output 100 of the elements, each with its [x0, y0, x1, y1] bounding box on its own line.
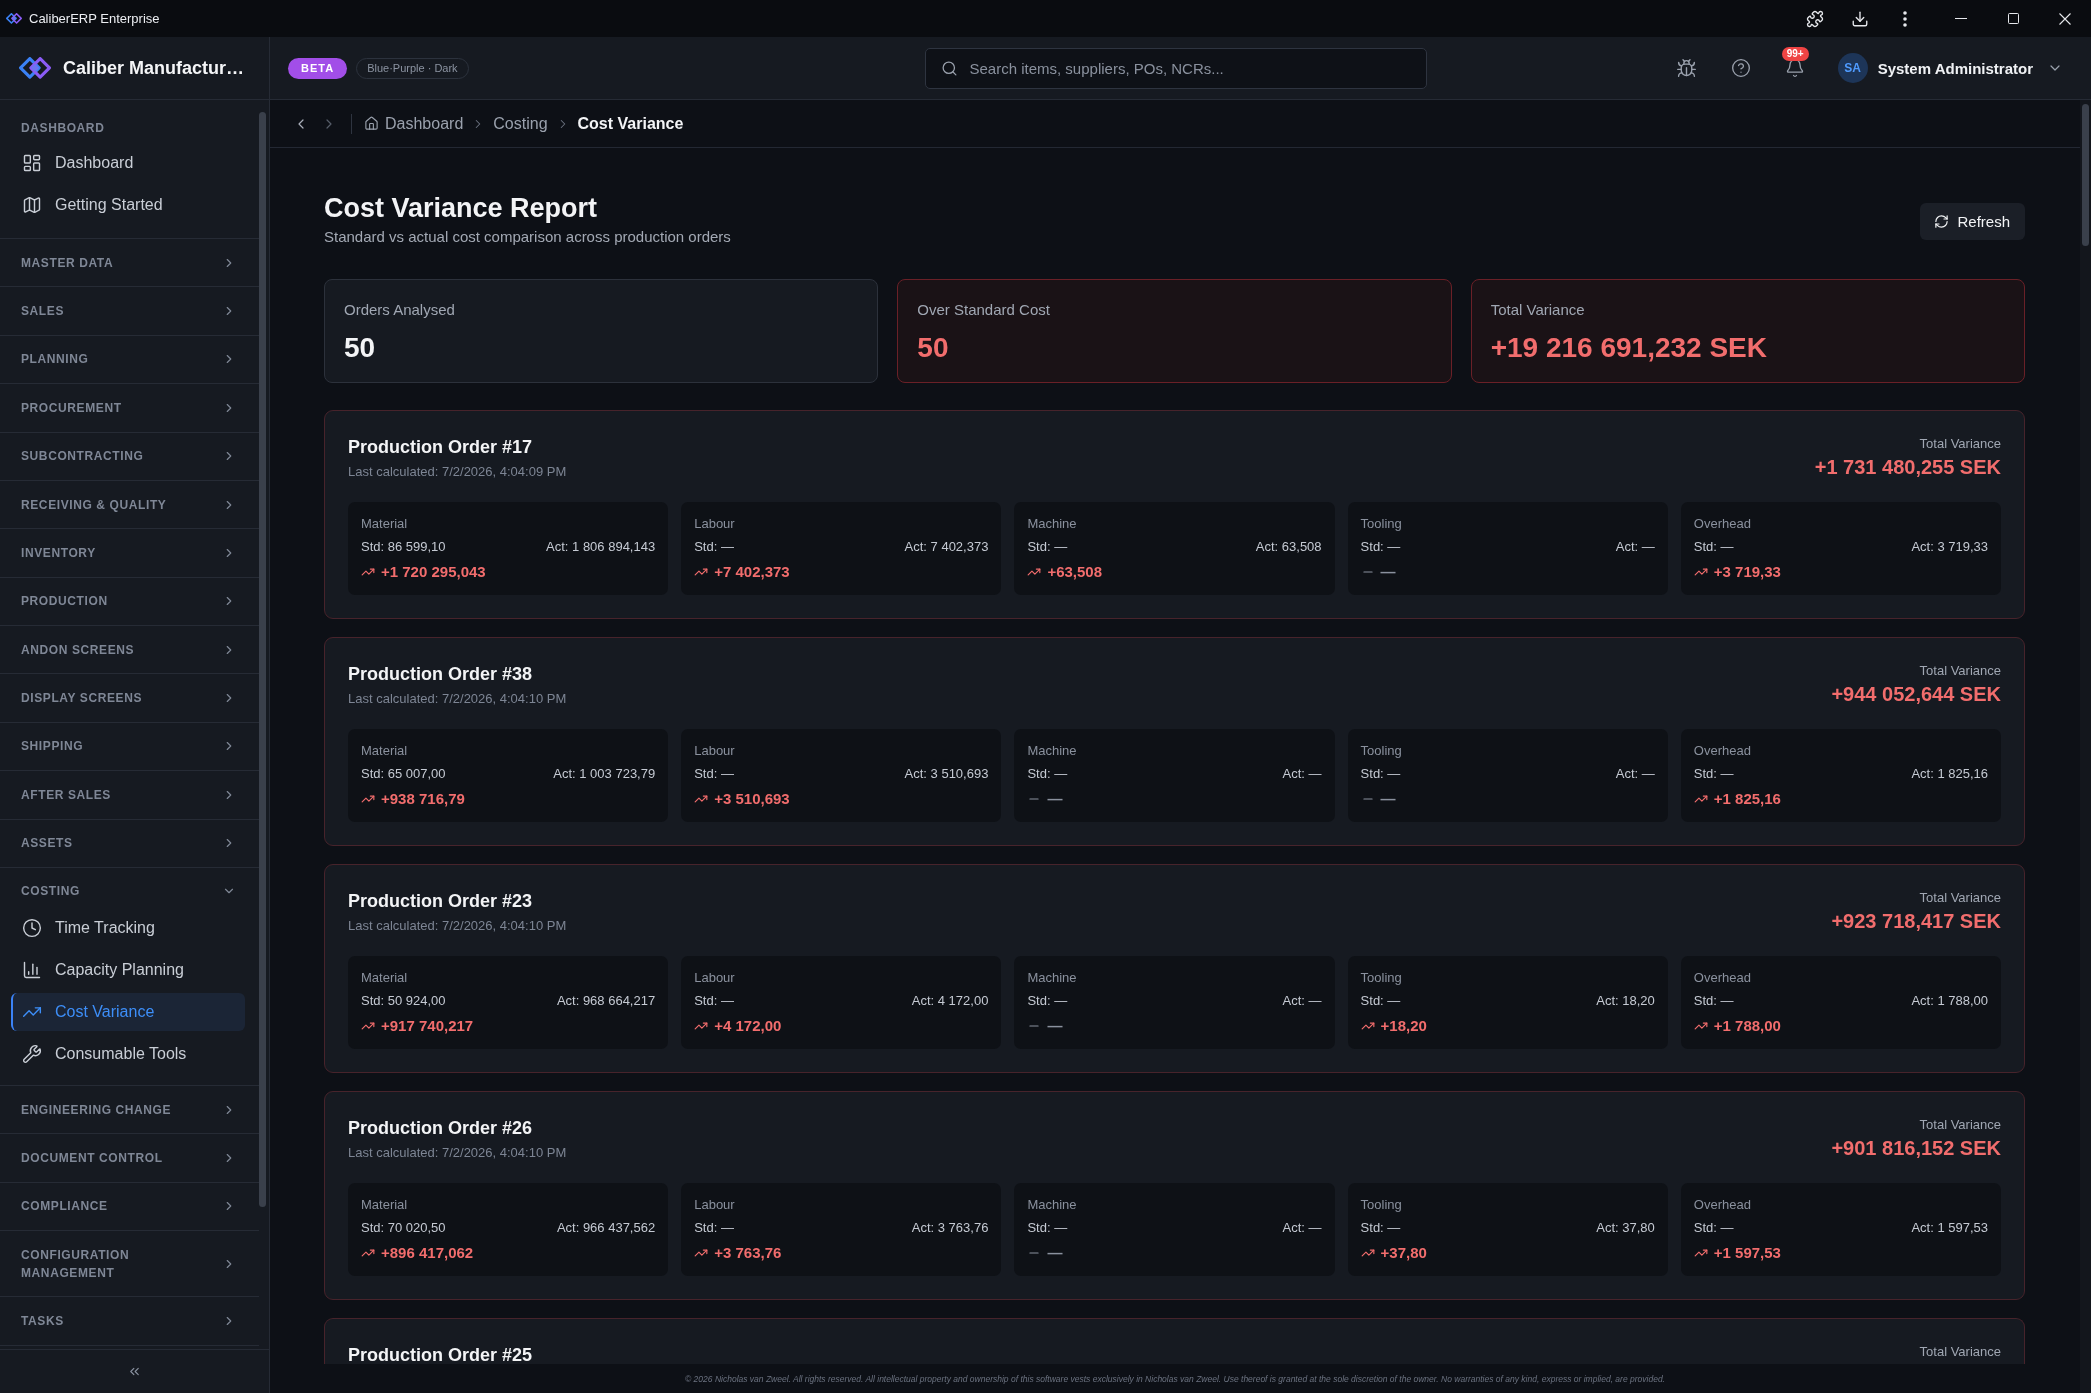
refresh-button[interactable]: Refresh: [1920, 203, 2025, 240]
cost-label: Material: [361, 1196, 408, 1213]
actual-cost: Act: 1 597,53: [1911, 1219, 1988, 1236]
cost-label: Labour: [694, 515, 735, 532]
standard-cost: Std: —: [1027, 1219, 1068, 1236]
total-amount: +901 816,152 SEK: [1831, 1136, 2001, 1161]
standard-cost: Std: 86 599,10: [361, 538, 446, 555]
nav-item[interactable]: Cost Variance: [11, 992, 245, 1031]
nav-group[interactable]: INVENTORY: [0, 529, 259, 577]
total-label: Total Variance: [1919, 889, 2001, 906]
nav-group[interactable]: COMPLIANCE: [0, 1182, 259, 1230]
refresh-icon: [1934, 214, 1950, 229]
variance-value: +938 716,79: [381, 789, 465, 809]
beta-badge: BETA: [288, 57, 348, 79]
nav-group[interactable]: COSTING: [0, 867, 259, 907]
nav-group[interactable]: DOCUMENT CONTROL: [0, 1134, 259, 1182]
window-title: CaliberERP Enterprise: [29, 11, 160, 26]
actual-cost: Act: 966 437,562: [556, 1219, 656, 1236]
nav-group[interactable]: PRODUCTION: [0, 577, 259, 625]
variance-value: +3 763,76: [714, 1243, 782, 1263]
calculated-time: Last calculated: 7/2/2026, 4:04:10 PM: [348, 690, 567, 708]
calculated-time: Last calculated: 7/2/2026, 4:04:10 PM: [348, 917, 567, 935]
variance-value: —: [1380, 562, 1396, 582]
cost-label: Tooling: [1360, 969, 1402, 986]
standard-cost: Std: —: [694, 538, 734, 555]
actual-cost: Act: 968 664,217: [556, 992, 656, 1009]
nav-group[interactable]: PLANNING: [0, 335, 259, 384]
nav-group[interactable]: SALES: [0, 287, 259, 335]
cost-label: Machine: [1027, 969, 1077, 986]
search-icon: [940, 59, 958, 77]
calculated-time: Last calculated: 7/2/2026, 4:04:10 PM: [348, 1144, 567, 1162]
variance-value: —: [1047, 1016, 1063, 1036]
nav-item[interactable]: Capacity Planning: [11, 950, 245, 989]
variance-value: +63,508: [1047, 562, 1103, 582]
scrollbar-thumb[interactable]: [2082, 104, 2089, 246]
nav-group[interactable]: ASSETS: [0, 819, 259, 867]
user-menu[interactable]: SA System Administrator: [1837, 53, 2063, 83]
total-label: Total Variance: [1919, 1343, 2001, 1360]
nav-group[interactable]: RECEIVING & QUALITY: [0, 480, 259, 529]
puzzle-icon: [1806, 9, 1824, 28]
nav-group[interactable]: DISPLAY SCREENS: [0, 674, 259, 722]
nav-item[interactable]: Getting Started: [11, 186, 245, 224]
cost-label: Material: [361, 742, 408, 759]
variance-value: —: [1047, 789, 1063, 809]
nav-group[interactable]: AFTER SALES: [0, 771, 259, 819]
nav-item[interactable]: Time Tracking: [11, 908, 245, 947]
nav-group[interactable]: PROCUREMENT: [0, 384, 259, 432]
actual-cost: Act: —: [1282, 992, 1322, 1009]
wrench-icon: [22, 1043, 42, 1064]
actual-cost: Act: 3 763,76: [911, 1219, 989, 1236]
cost-label: Material: [361, 969, 408, 986]
nav-group[interactable]: CONFIGURATION MANAGEMENT: [0, 1231, 259, 1297]
actual-cost: Act: —: [1282, 765, 1322, 782]
actual-cost: Act: —: [1615, 765, 1655, 782]
maximize-icon: [2007, 13, 2019, 24]
stat-value: 50: [344, 331, 376, 365]
standard-cost: Std: —: [1027, 538, 1068, 555]
standard-cost: Std: —: [1360, 765, 1401, 782]
variance-value: +37,80: [1380, 1243, 1427, 1263]
scrollbar-thumb[interactable]: [259, 112, 266, 1207]
nav-group[interactable]: ANDON SCREENS: [0, 626, 259, 674]
cost-label: Tooling: [1360, 742, 1402, 759]
variance-value: +917 740,217: [381, 1016, 474, 1036]
standard-cost: Std: —: [694, 765, 734, 782]
standard-cost: Std: —: [1693, 765, 1734, 782]
variance-value: +18,20: [1380, 1016, 1427, 1036]
nav-item[interactable]: Dashboard: [11, 144, 245, 182]
actual-cost: Act: 18,20: [1596, 992, 1655, 1009]
actual-cost: Act: 7 402,373: [904, 538, 989, 555]
standard-cost: Std: 70 020,50: [361, 1219, 446, 1236]
cost-label: Overhead: [1693, 742, 1751, 759]
breadcrumb-link[interactable]: Dashboard: [364, 114, 464, 133]
nav-group[interactable]: SUBCONTRACTING: [0, 432, 259, 480]
breadcrumb-link[interactable]: Costing: [493, 114, 548, 133]
brand-name: Caliber Manufactur…: [63, 57, 245, 79]
search-field[interactable]: Search items, suppliers, POs, NCRs...: [924, 47, 1427, 89]
cost-label: Machine: [1027, 515, 1077, 532]
bell-icon: [1784, 58, 1805, 78]
nav-group[interactable]: SHIPPING: [0, 722, 259, 771]
cost-label: Labour: [694, 969, 735, 986]
nav-item[interactable]: Consumable Tools: [11, 1034, 245, 1073]
total-label: Total Variance: [1919, 435, 2001, 452]
nav-group[interactable]: MASTER DATA: [0, 239, 259, 287]
nav-group[interactable]: TASKS: [0, 1297, 259, 1345]
cost-label: Material: [361, 515, 408, 532]
minimize-icon: [1955, 18, 1967, 19]
actual-cost: Act: 1 003 723,79: [553, 765, 656, 782]
stat-label: Over Standard Cost: [917, 300, 1050, 319]
variance-value: +896 417,062: [381, 1243, 474, 1263]
notifications-button[interactable]: 99+: [1776, 50, 1813, 86]
standard-cost: Std: 50 924,00: [361, 992, 446, 1009]
variance-value: +1 788,00: [1713, 1016, 1781, 1036]
variance-value: —: [1047, 1243, 1063, 1263]
nav-group[interactable]: ENGINEERING CHANGE: [0, 1085, 259, 1134]
order-title: Production Order #25: [348, 1344, 533, 1364]
total-label: Total Variance: [1919, 1116, 2001, 1133]
notification-count: 99+: [1781, 47, 1809, 61]
standard-cost: Std: —: [1693, 992, 1734, 1009]
scrollbar[interactable]: [2080, 100, 2091, 1393]
map-icon: [22, 195, 42, 215]
